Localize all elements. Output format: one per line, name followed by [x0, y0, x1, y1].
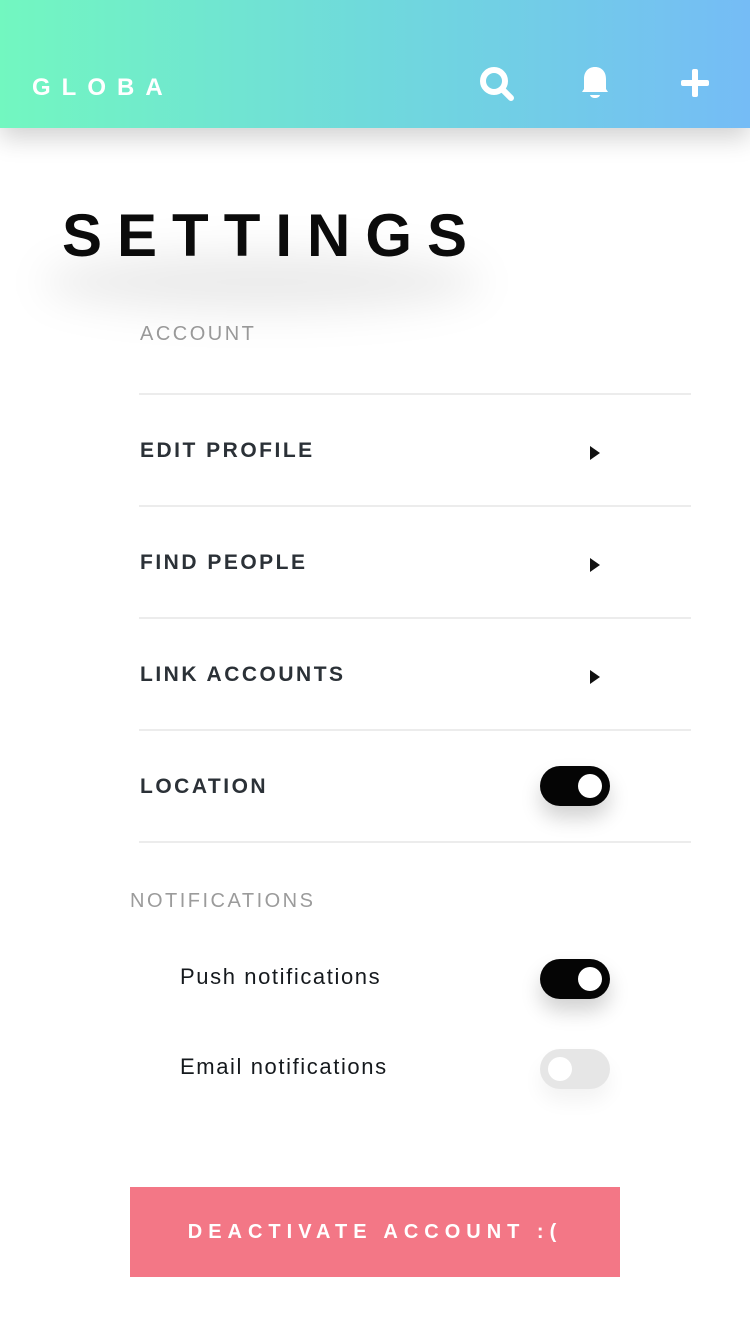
- plus-icon[interactable]: [673, 61, 717, 105]
- location-toggle[interactable]: [540, 766, 610, 806]
- edit-profile-label: EDIT PROFILE: [140, 439, 315, 462]
- edit-profile-row[interactable]: EDIT PROFILE: [139, 393, 691, 505]
- link-accounts-label: LINK ACCOUNTS: [140, 663, 346, 686]
- chevron-right-icon: [590, 446, 600, 460]
- page-title-block: SETTINGS: [42, 200, 483, 312]
- search-icon[interactable]: [474, 61, 518, 105]
- chevron-right-icon: [590, 558, 600, 572]
- chevron-right-icon: [590, 670, 600, 684]
- bell-icon[interactable]: [573, 61, 617, 105]
- push-notifications-row: Push notifications: [180, 959, 610, 999]
- location-toggle-knob: [578, 774, 602, 798]
- location-row: LOCATION: [139, 729, 691, 843]
- location-label: LOCATION: [140, 775, 269, 798]
- email-notifications-toggle[interactable]: [540, 1049, 610, 1089]
- account-section-label: ACCOUNT: [140, 323, 257, 345]
- push-notifications-toggle[interactable]: [540, 959, 610, 999]
- brand-logo[interactable]: GLOBA: [32, 76, 174, 100]
- find-people-row[interactable]: FIND PEOPLE: [139, 505, 691, 617]
- page-title: SETTINGS: [62, 202, 483, 269]
- email-notifications-row: Email notifications: [180, 1049, 610, 1089]
- push-toggle-knob: [578, 967, 602, 991]
- deactivate-account-button[interactable]: DEACTIVATE ACCOUNT :(: [130, 1187, 620, 1277]
- top-bar: GLOBA: [0, 0, 750, 128]
- email-notifications-label: Email notifications: [180, 1054, 388, 1079]
- notifications-section-label: NOTIFICATIONS: [130, 890, 316, 912]
- find-people-label: FIND PEOPLE: [140, 551, 308, 574]
- account-settings-list: EDIT PROFILE FIND PEOPLE LINK ACCOUNTS L…: [139, 393, 691, 843]
- link-accounts-row[interactable]: LINK ACCOUNTS: [139, 617, 691, 729]
- push-notifications-label: Push notifications: [180, 964, 382, 989]
- email-toggle-knob: [548, 1057, 572, 1081]
